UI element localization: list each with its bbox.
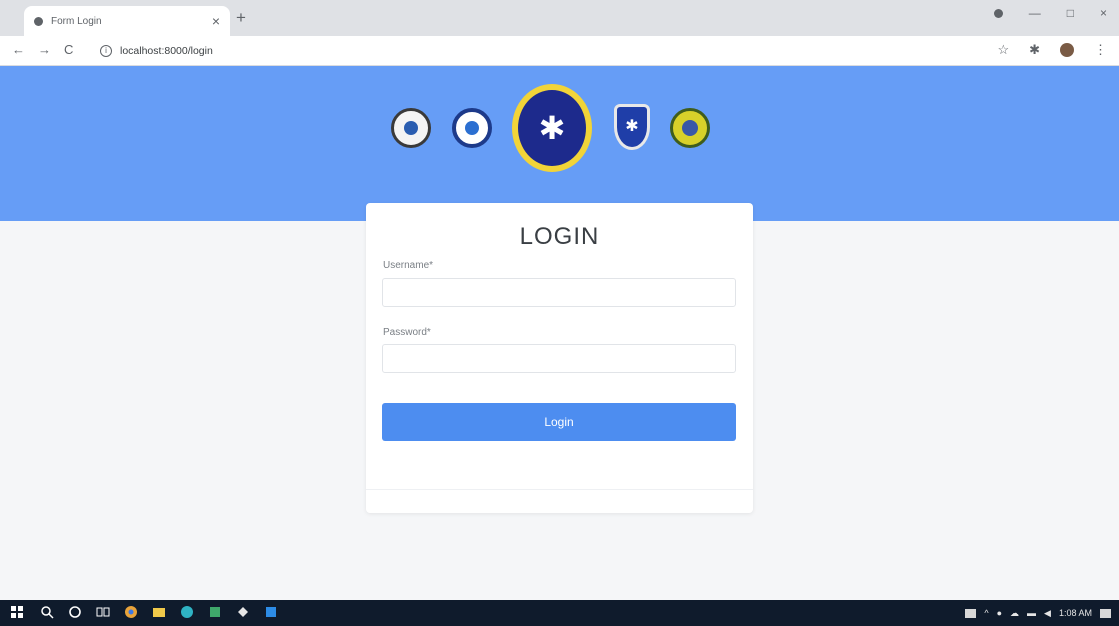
window-controls: — □ × bbox=[993, 6, 1107, 20]
new-tab-button[interactable]: + bbox=[236, 8, 246, 28]
favicon-icon bbox=[34, 16, 43, 26]
edge-icon[interactable] bbox=[180, 605, 194, 619]
profile-avatar[interactable] bbox=[1060, 43, 1074, 57]
login-card: LOGIN Username* Password* Login bbox=[366, 203, 753, 513]
os-taskbar: ^ ● ☁ ▬ ◀ 1:08 AM bbox=[0, 600, 1119, 626]
windows-start-icon[interactable] bbox=[10, 605, 24, 619]
shield-logo: ✱ bbox=[614, 104, 650, 150]
forward-button[interactable]: → bbox=[38, 42, 51, 57]
code-editor-icon[interactable] bbox=[264, 605, 278, 619]
volume-icon[interactable]: ◀ bbox=[1044, 608, 1051, 619]
back-button[interactable]: ← bbox=[12, 42, 25, 57]
maximize-button[interactable]: □ bbox=[1067, 6, 1074, 20]
bookmark-star-icon[interactable]: ☆ bbox=[997, 42, 1009, 58]
battery-icon[interactable]: ▬ bbox=[1027, 608, 1036, 618]
url-text[interactable]: localhost:8000/login bbox=[120, 45, 213, 57]
system-tray: ^ ● ☁ ▬ ◀ 1:08 AM bbox=[965, 600, 1111, 626]
vscode-icon[interactable] bbox=[236, 605, 250, 619]
password-label: Password* bbox=[383, 327, 431, 338]
menu-icon[interactable]: ⋮ bbox=[1094, 42, 1107, 58]
task-view-icon[interactable] bbox=[96, 605, 110, 619]
page-viewport: ✱ ✱ LOGIN Username* Password* Login bbox=[0, 66, 1119, 600]
tab-close-icon[interactable]: × bbox=[212, 13, 220, 29]
header-banner: ✱ ✱ bbox=[0, 66, 1119, 221]
university-seal-logo: ✱ bbox=[512, 84, 592, 172]
card-divider bbox=[366, 489, 753, 490]
file-explorer-icon[interactable] bbox=[152, 605, 166, 619]
institution-logo-2 bbox=[452, 108, 492, 148]
cloud-icon[interactable]: ☁ bbox=[1010, 608, 1019, 619]
reload-button[interactable]: C bbox=[64, 42, 73, 57]
chrome-icon[interactable] bbox=[124, 605, 138, 619]
keyboard-icon[interactable] bbox=[965, 608, 977, 618]
site-info-icon[interactable]: i bbox=[100, 45, 112, 57]
clock-time[interactable]: 1:08 AM bbox=[1059, 608, 1092, 618]
username-label: Username* bbox=[383, 260, 434, 271]
logo-row: ✱ ✱ bbox=[390, 84, 730, 184]
extensions-icon[interactable]: ✱ bbox=[1029, 42, 1040, 58]
browser-tab[interactable]: Form Login × bbox=[24, 6, 230, 36]
username-input[interactable] bbox=[382, 278, 736, 307]
browser-tabstrip: Form Login × + — □ × bbox=[0, 0, 1119, 36]
address-bar[interactable]: i localhost:8000/login bbox=[100, 40, 980, 62]
logo-drop-icon bbox=[465, 121, 479, 135]
login-button[interactable]: Login bbox=[382, 403, 736, 441]
search-icon[interactable] bbox=[40, 605, 54, 619]
minimize-button[interactable]: — bbox=[1029, 6, 1041, 20]
app-icon[interactable] bbox=[208, 605, 222, 619]
tab-title: Form Login bbox=[51, 15, 102, 27]
notification-icon[interactable] bbox=[1100, 608, 1111, 618]
recording-icon[interactable] bbox=[993, 8, 1003, 18]
toolbar-actions: ☆ ✱ ⋮ bbox=[997, 42, 1107, 58]
close-window-button[interactable]: × bbox=[1100, 6, 1107, 20]
browser-toolbar: ← → C i localhost:8000/login ☆ ✱ ⋮ bbox=[0, 36, 1119, 66]
tray-chevron-icon[interactable]: ^ bbox=[984, 608, 988, 618]
login-title: LOGIN bbox=[519, 223, 600, 250]
institution-logo-5 bbox=[670, 108, 710, 148]
institution-logo-1 bbox=[391, 108, 431, 148]
network-icon[interactable]: ● bbox=[997, 608, 1002, 618]
cortana-icon[interactable] bbox=[68, 605, 82, 619]
star-emblem-icon: ✱ bbox=[538, 110, 566, 146]
shield-star-icon: ✱ bbox=[625, 118, 639, 135]
logo-globe-icon bbox=[682, 120, 698, 136]
logo-emblem-icon bbox=[404, 121, 418, 135]
password-input[interactable] bbox=[382, 344, 736, 373]
